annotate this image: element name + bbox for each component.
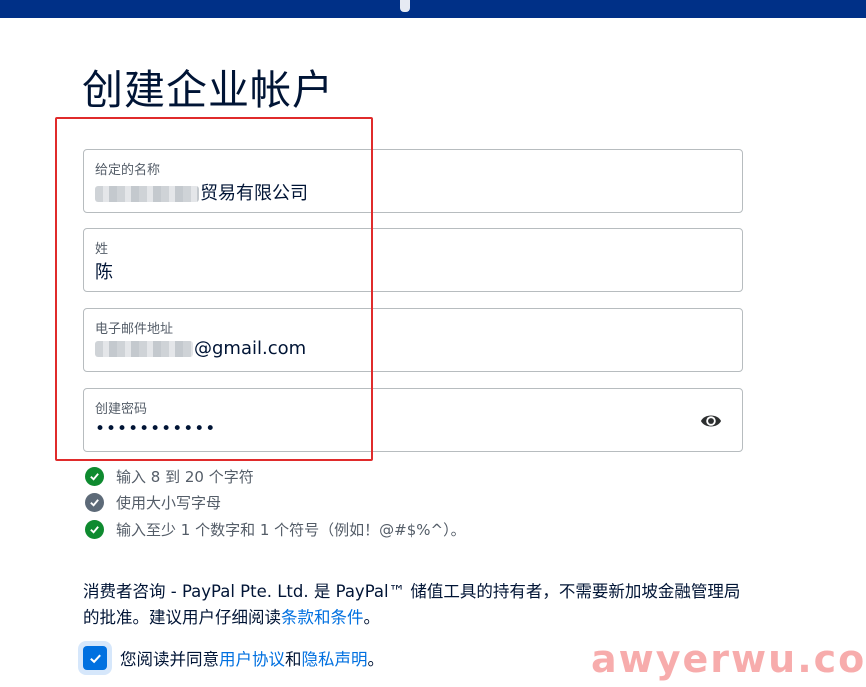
check-circle-icon — [85, 519, 104, 539]
highlight-box — [55, 117, 373, 461]
agreement-row: 您阅读并同意 用户协议和隐私声明。 — [78, 641, 384, 675]
agreement-suffix: 。 — [367, 650, 385, 669]
check-circle-icon — [85, 492, 104, 512]
paypal-logo-fragment — [400, 0, 410, 12]
watermark-text: awyerwu.com — [591, 637, 866, 681]
password-rule-symbol: 输入至少 1 个数字和 1 个符号（例如！@#$%^）。 — [85, 519, 466, 539]
consumer-notice-suffix: 。 — [363, 608, 381, 627]
user-agreement-link[interactable]: 用户协议 — [219, 646, 285, 670]
password-rule-text: 输入 8 到 20 个字符 — [116, 467, 254, 486]
checkbox-checked — [83, 646, 107, 670]
password-rule-case: 使用大小写字母 — [85, 492, 221, 512]
check-icon — [89, 654, 101, 663]
agreement-prefix: 您阅读并同意 — [120, 650, 219, 669]
header-bar — [0, 0, 866, 18]
privacy-statement-link[interactable]: 隐私声明 — [302, 646, 368, 670]
check-circle-icon — [85, 466, 104, 486]
page-title: 创建企业帐户 — [82, 66, 334, 114]
password-rule-text: 输入至少 1 个数字和 1 个符号（例如！@#$%^）。 — [116, 520, 466, 539]
agree-checkbox[interactable] — [78, 641, 112, 675]
eye-icon[interactable] — [700, 410, 722, 432]
terms-link[interactable]: 条款和条件 — [281, 608, 364, 627]
consumer-notice: 消费者咨询 - PayPal Pte. Ltd. 是 PayPal™ 储值工具的… — [83, 579, 743, 631]
password-rule-length: 输入 8 到 20 个字符 — [85, 466, 254, 486]
agreement-middle: 和 — [285, 650, 302, 669]
password-rule-text: 使用大小写字母 — [116, 493, 222, 512]
consumer-notice-text: 消费者咨询 - PayPal Pte. Ltd. 是 PayPal™ 储值工具的… — [83, 582, 741, 627]
